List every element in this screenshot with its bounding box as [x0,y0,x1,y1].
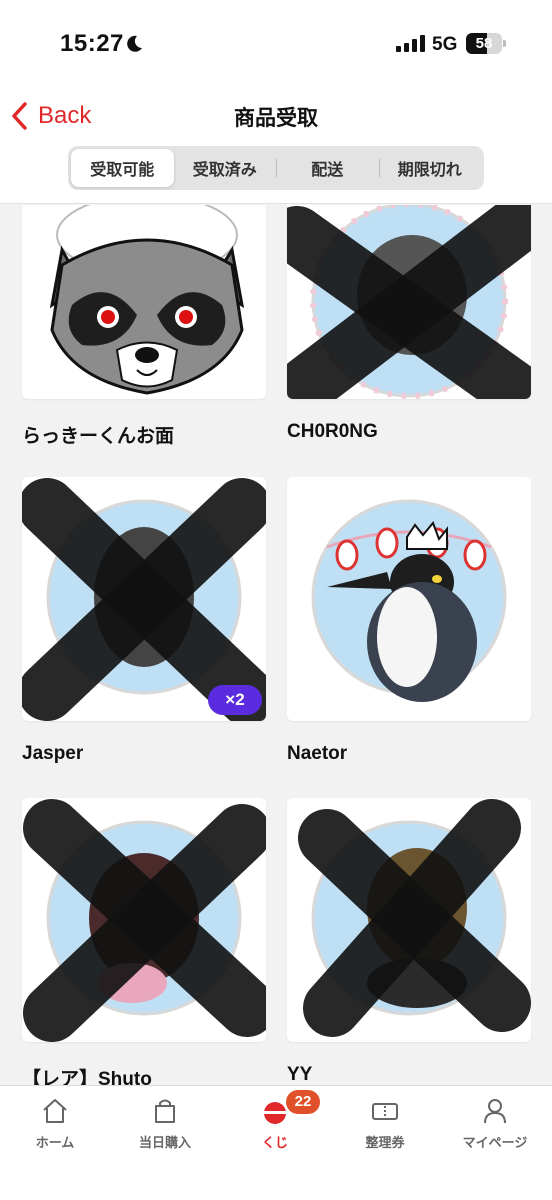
item-card[interactable]: ×2 Jasper [22,477,266,765]
ticket-icon [372,1103,398,1120]
can-badge-image [298,799,531,1037]
person-icon [484,1099,506,1124]
item-card[interactable]: 【レア】Shuto [22,798,266,1085]
item-image [287,477,531,721]
tab-lottery-label: くじ [261,1135,288,1150]
battery-icon: 58 [466,33,502,54]
tab-ticket[interactable]: 整理券 [330,1096,440,1151]
item-card[interactable]: YY [287,798,531,1085]
segmented-tabs: 受取可能 受取済み 配送 期限切れ [68,146,484,190]
tab-home-label: ホーム [35,1135,75,1150]
item-card[interactable]: らっきーくんお面 [22,205,266,448]
item-image: ×2 [22,477,266,721]
tab-my-page[interactable]: マイページ [440,1096,550,1151]
tab-receivable[interactable]: 受取可能 [71,149,174,187]
moon-icon [127,35,142,52]
bottom-tab-bar: ホーム 当日購入 くじ 22 整理券 マイページ [0,1085,552,1200]
item-grid: らっきーくんお面 CH0R0NG ×2 Jasper Naetor 【レア】Sh… [0,205,552,1085]
item-name: Naetor [287,743,348,764]
nav-bar: Back 商品受取 [0,88,552,144]
can-badge-image [287,205,531,399]
status-bar: 15:27 5G 58 [0,0,552,88]
penguin-badge-image [311,499,507,702]
item-name: らっきーくんお面 [22,426,175,447]
tab-bar-container: 受取可能 受取済み 配送 期限切れ [0,144,552,204]
raccoon-mask-image [49,205,245,395]
battery-tip [503,40,506,47]
tab-shipping[interactable]: 配送 [276,149,379,187]
item-image [287,798,531,1042]
notification-badge: 22 [286,1090,320,1114]
item-image [287,205,531,399]
tab-ticket-label: 整理券 [365,1135,405,1150]
item-name: 【レア】Shuto [22,1069,152,1085]
item-card[interactable]: CH0R0NG [287,205,531,443]
battery-level: 58 [475,35,493,52]
tab-expired[interactable]: 期限切れ [378,149,482,187]
tab-received[interactable]: 受取済み [174,149,277,187]
shopping-bag-icon [155,1099,175,1123]
item-card[interactable]: Naetor [287,477,531,765]
network-type: 5G [432,34,458,55]
status-time: 15:27 [60,30,124,57]
item-name: Jasper [22,743,84,764]
tab-same-day-purchase[interactable]: 当日購入 [110,1096,220,1151]
item-name: YY [287,1064,313,1085]
tab-home[interactable]: ホーム [0,1096,110,1151]
item-image [22,798,266,1042]
item-name: CH0R0NG [287,421,378,442]
tab-my-page-label: マイページ [462,1135,528,1150]
can-badge-image [23,799,266,1042]
page-title: 商品受取 [234,107,318,130]
tab-lottery[interactable]: くじ 22 [220,1090,330,1151]
tab-same-day-label: 当日購入 [138,1135,191,1150]
item-image [22,205,266,399]
quantity-badge: ×2 [208,685,262,715]
signal-icon [396,34,425,52]
home-icon [43,1099,67,1123]
